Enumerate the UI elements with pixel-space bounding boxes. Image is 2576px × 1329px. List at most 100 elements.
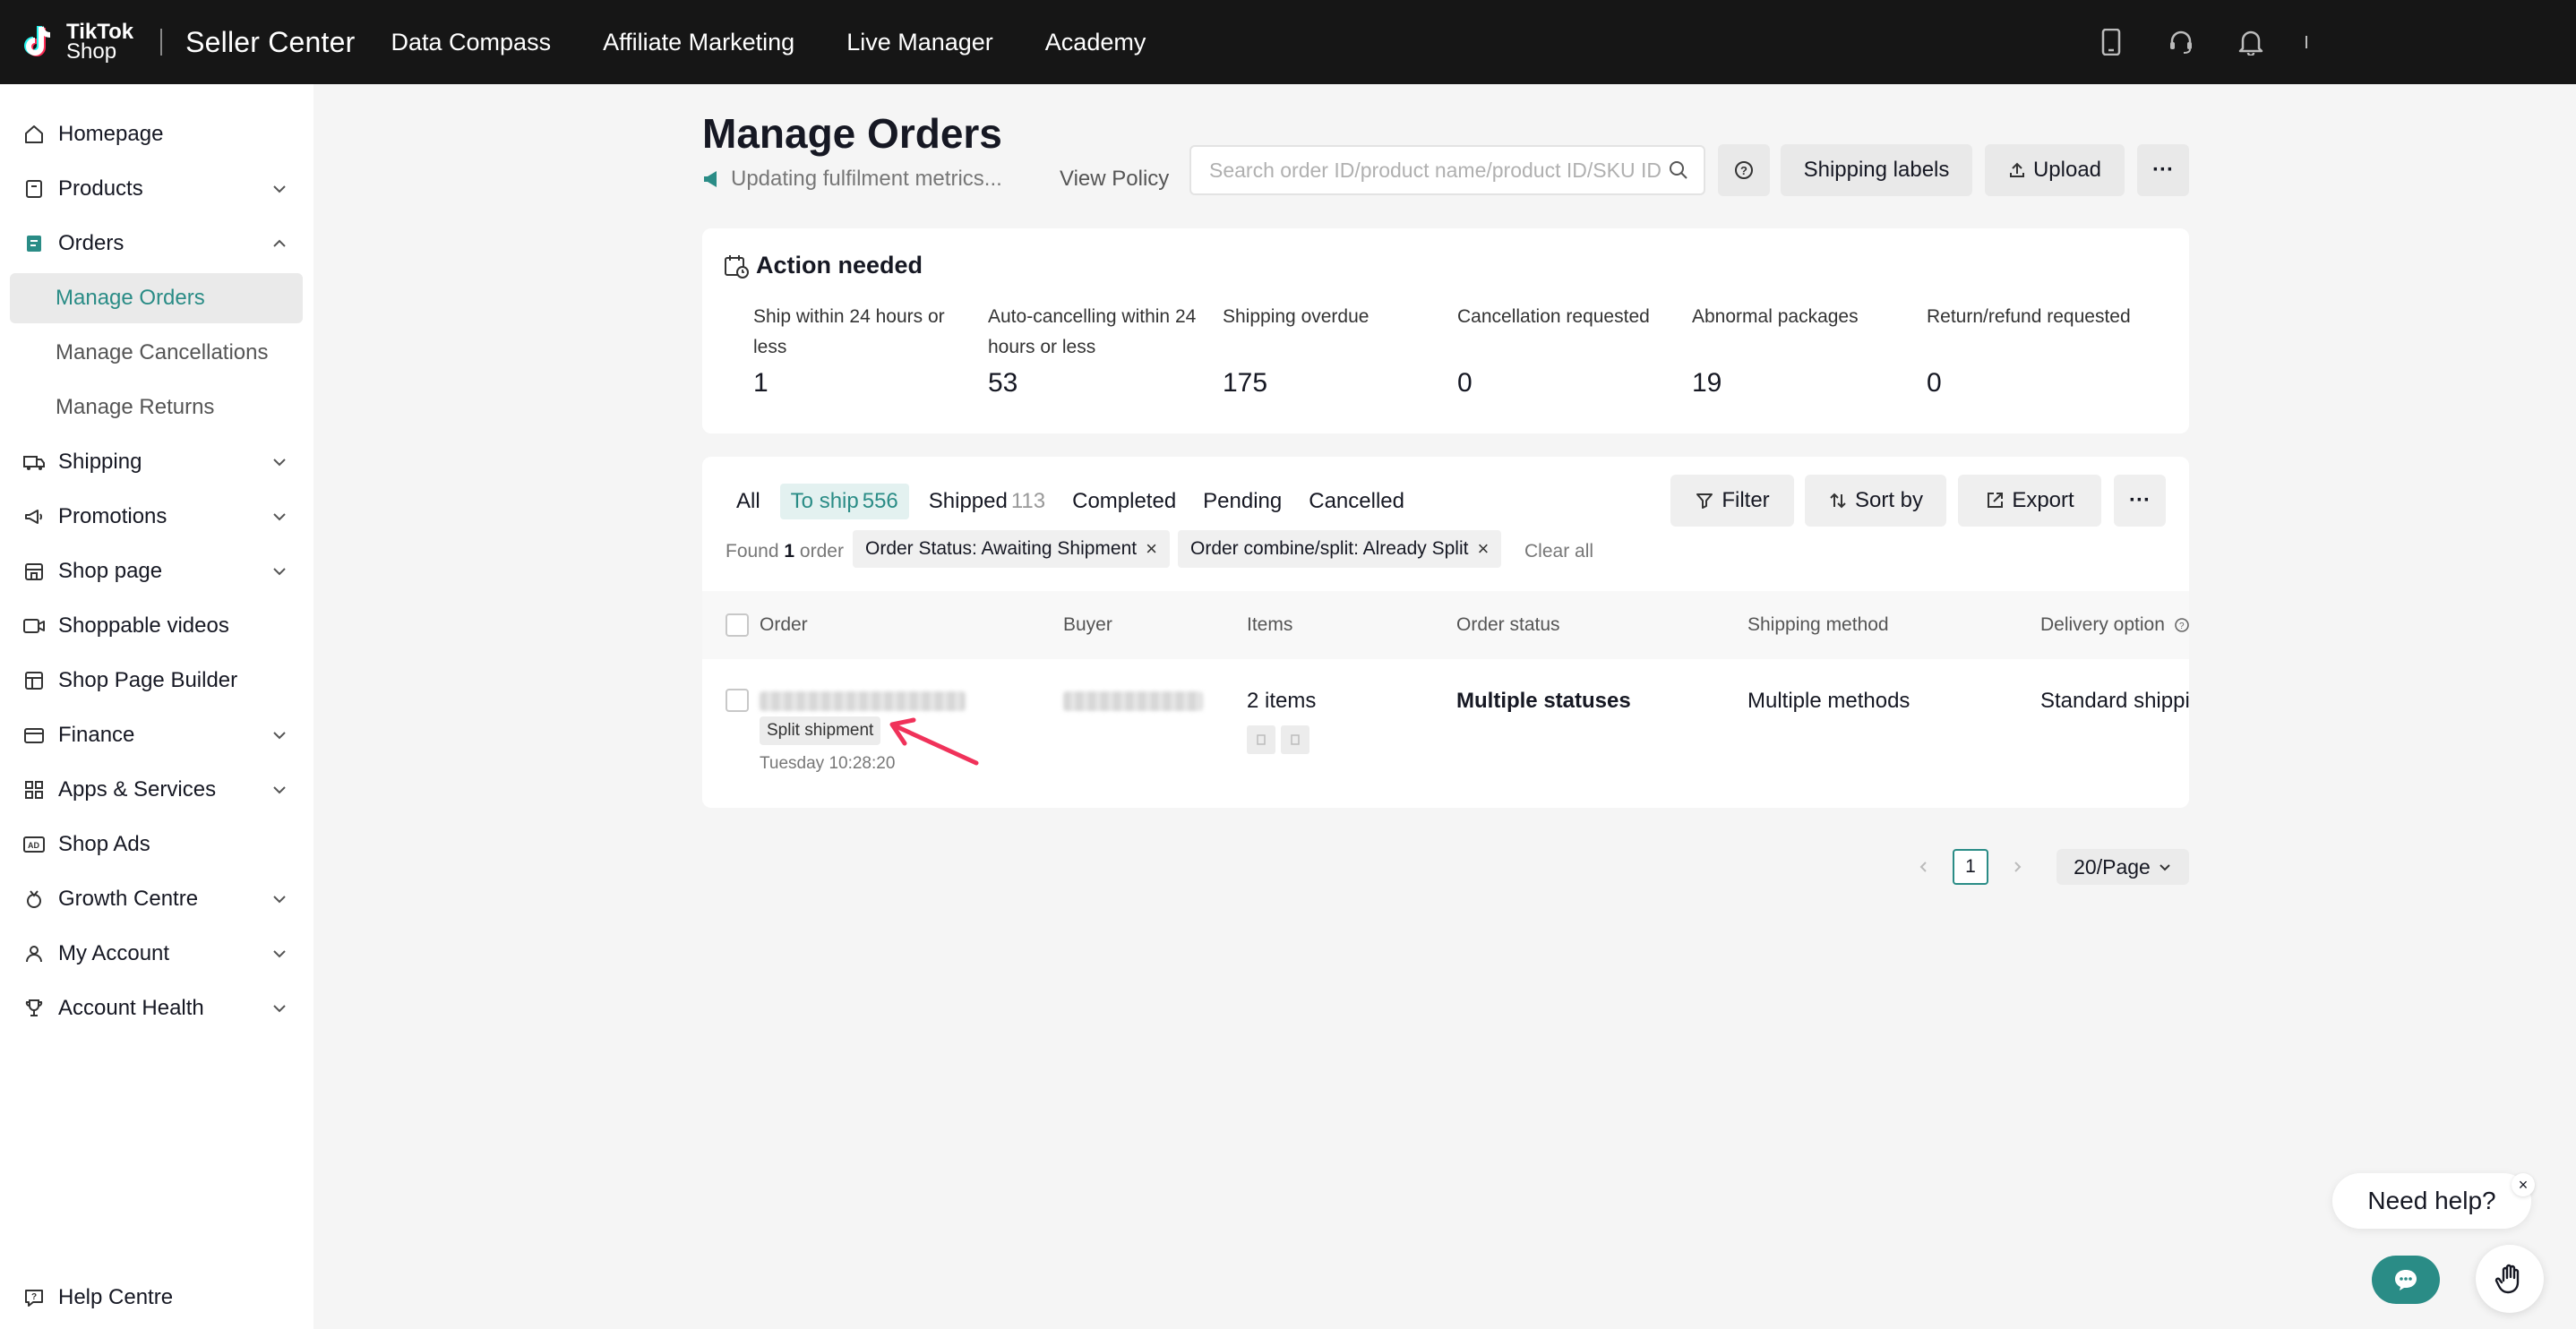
export-button[interactable]: Export [1958, 475, 2101, 527]
product-thumbnail[interactable] [1247, 725, 1275, 754]
column-shipping-method[interactable]: Shipping method [1747, 614, 1889, 636]
tiktok-logo-icon [20, 21, 61, 63]
sidebar-item-shop-ads[interactable]: AD Shop Ads [10, 819, 303, 870]
tab-pending[interactable]: Pending [1203, 484, 1282, 519]
metric-value: 0 [1927, 368, 1942, 398]
sidebar-item-homepage[interactable]: Homepage [10, 109, 303, 159]
svg-text:?: ? [31, 1292, 37, 1302]
export-label: Export [2012, 488, 2074, 512]
sidebar-item-manage-returns[interactable]: Manage Returns [10, 382, 303, 433]
sidebar-item-apps-services[interactable]: Apps & Services [10, 765, 303, 815]
next-page-button[interactable] [1999, 849, 2035, 885]
product-thumbnail[interactable] [1281, 725, 1309, 754]
upload-icon [2009, 162, 2024, 177]
metric-return-refund-requested[interactable]: Return/refund requested 0 [1927, 302, 2151, 398]
metric-auto-cancelling[interactable]: Auto-cancelling within 24 hours or less … [988, 302, 1212, 398]
shipping-method: Multiple methods [1747, 689, 1911, 713]
column-order-status[interactable]: Order status [1456, 614, 1560, 636]
mobile-icon[interactable] [2096, 27, 2126, 57]
assistant-hand-button[interactable] [2476, 1245, 2544, 1313]
clear-all-link[interactable]: Clear all [1524, 541, 1593, 562]
filter-button[interactable]: Filter [1670, 475, 1794, 527]
close-icon[interactable]: × [1146, 537, 1157, 561]
nav-affiliate-marketing[interactable]: Affiliate Marketing [603, 29, 794, 56]
delivery-option: Standard shipping [2040, 689, 2189, 713]
sidebar-item-orders[interactable]: Orders [10, 219, 303, 269]
tab-cancelled[interactable]: Cancelled [1309, 484, 1404, 519]
orders-icon [22, 232, 46, 255]
help-button[interactable]: ? [1718, 144, 1770, 196]
view-policy-link[interactable]: View Policy [1060, 167, 1169, 192]
page-size-select[interactable]: 20/Page [2057, 849, 2189, 885]
chevron-left-icon [1919, 862, 1927, 872]
filter-chip-order-status: Order Status: Awaiting Shipment × [853, 530, 1170, 568]
row-checkbox[interactable] [726, 689, 749, 712]
need-help-bubble[interactable]: Need help? [2332, 1173, 2531, 1229]
chevron-down-icon [273, 732, 286, 740]
chat-button[interactable] [2372, 1256, 2440, 1304]
sidebar-item-my-account[interactable]: My Account [10, 929, 303, 979]
close-icon[interactable]: × [1477, 537, 1489, 561]
page-number[interactable]: 1 [1953, 849, 1988, 885]
select-all-checkbox[interactable] [726, 613, 749, 637]
medal-icon [22, 887, 46, 911]
chevron-down-icon [273, 459, 286, 467]
tab-completed[interactable]: Completed [1072, 484, 1176, 519]
metric-shipping-overdue[interactable]: Shipping overdue 175 [1223, 302, 1447, 398]
orders-more-button[interactable]: ··· [2114, 475, 2166, 527]
sidebar-item-manage-orders[interactable]: Manage Orders [10, 273, 303, 323]
tab-to-ship[interactable]: To ship 556 [779, 484, 909, 519]
notice-text: Updating fulfilment metrics... [731, 167, 1002, 191]
headset-icon[interactable] [2166, 27, 2196, 57]
metric-cancellation-requested[interactable]: Cancellation requested 0 [1457, 302, 1681, 398]
sidebar-item-label: Manage Returns [56, 395, 215, 419]
search-icon[interactable] [1668, 159, 1689, 181]
close-icon[interactable]: × [2512, 1173, 2535, 1196]
sidebar-item-shipping[interactable]: Shipping [10, 437, 303, 487]
tab-shipped[interactable]: Shipped 113 [929, 484, 1045, 519]
sidebar-item-shop-page[interactable]: Shop page [10, 546, 303, 596]
sidebar-item-promotions[interactable]: Promotions [10, 492, 303, 542]
sidebar-item-label: Finance [58, 723, 135, 747]
shipping-labels-button[interactable]: Shipping labels [1781, 144, 1972, 196]
sort-by-button[interactable]: Sort by [1805, 475, 1946, 527]
sidebar-item-manage-cancellations[interactable]: Manage Cancellations [10, 328, 303, 378]
found-count: Found 1 order [726, 541, 844, 562]
metric-abnormal-packages[interactable]: Abnormal packages 19 [1692, 302, 1916, 398]
sidebar-item-shoppable-videos[interactable]: Shoppable videos [10, 601, 303, 651]
sidebar-item-label: My Account [58, 941, 170, 965]
upload-button[interactable]: Upload [1985, 144, 2125, 196]
tab-all[interactable]: All [736, 484, 760, 519]
column-buyer[interactable]: Buyer [1063, 614, 1112, 636]
more-actions-button[interactable]: ··· [2137, 144, 2189, 196]
sidebar-item-label: Promotions [58, 504, 167, 528]
bell-icon[interactable] [2236, 27, 2266, 57]
sidebar-item-help-centre[interactable]: ? Help Centre [10, 1273, 303, 1323]
nav-data-compass[interactable]: Data Compass [391, 29, 552, 56]
prev-page-button[interactable] [1906, 849, 1942, 885]
sidebar-item-products[interactable]: Products [10, 164, 303, 214]
sidebar-item-growth-centre[interactable]: Growth Centre [10, 874, 303, 924]
info-icon[interactable]: ? [2174, 617, 2189, 633]
sidebar-item-shop-page-builder[interactable]: Shop Page Builder [10, 656, 303, 706]
sidebar-item-finance[interactable]: Finance [10, 710, 303, 760]
nav-live-manager[interactable]: Live Manager [846, 29, 993, 56]
order-id-redacted[interactable] [760, 691, 966, 711]
nav-academy[interactable]: Academy [1045, 29, 1146, 56]
column-delivery-option[interactable]: Delivery option ? [2040, 614, 2189, 636]
store-icon [22, 560, 46, 583]
svg-text:?: ? [1740, 164, 1747, 177]
sidebar-item-label: Shop page [58, 559, 163, 583]
order-tabs: All To ship 556 Shipped 113 Completed Pend… [736, 484, 1431, 519]
megaphone-icon [704, 171, 717, 187]
top-nav: Data Compass Affiliate Marketing Live Ma… [391, 29, 1198, 56]
sidebar-item-account-health[interactable]: Account Health [10, 983, 303, 1033]
brand[interactable]: TikTok Shop Seller Center [20, 21, 356, 63]
chevron-right-icon [2014, 862, 2022, 872]
column-items[interactable]: Items [1247, 614, 1292, 636]
sidebar-item-label: Manage Orders [56, 286, 205, 310]
sidebar-item-label: Orders [58, 231, 125, 255]
search-input[interactable]: Search order ID/product name/product ID/… [1189, 145, 1705, 195]
metric-ship-within-24h[interactable]: Ship within 24 hours or less 1 [753, 302, 977, 398]
column-order[interactable]: Order [760, 614, 808, 636]
